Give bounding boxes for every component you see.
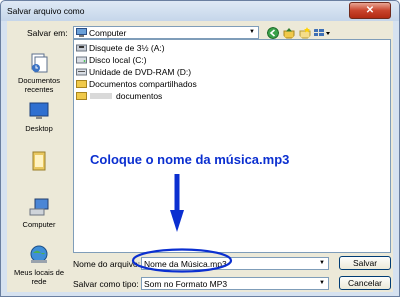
file-list[interactable]: Disquete de 3½ (A:) Disco local (C:) Uni… [73, 39, 391, 253]
back-icon[interactable] [267, 27, 279, 39]
list-item[interactable]: Documentos compartilhados [76, 78, 197, 89]
close-button[interactable]: ✕ [349, 2, 391, 19]
annotation-ellipse [131, 248, 233, 273]
floppy-drive-icon [76, 44, 87, 52]
place-label: Meus locais de rede [13, 268, 65, 286]
place-label: Desktop [25, 124, 53, 133]
place-documents[interactable] [9, 150, 69, 174]
window-title: Salvar arquivo como [7, 6, 85, 16]
list-item[interactable]: Unidade de DVD-RAM (D:) [76, 66, 191, 77]
local-disk-icon [76, 56, 87, 64]
chevron-down-icon: ▼ [319, 280, 325, 286]
view-menu-icon[interactable] [313, 27, 331, 39]
file-name: Documentos compartilhados [89, 78, 197, 89]
file-name: Unidade de DVD-RAM (D:) [89, 66, 192, 77]
up-folder-icon[interactable] [283, 27, 295, 39]
dialog-body: Salvar em: Computer ▼ Documentos recente… [7, 21, 393, 292]
annotation-arrow [170, 174, 184, 232]
blurred-username [90, 92, 112, 99]
annotation-text: Coloque o nome da música.mp3 [90, 152, 290, 167]
save-in-dropdown[interactable]: Computer ▼ [73, 26, 259, 39]
list-item[interactable]: Disco local (C:) [76, 54, 147, 65]
save-as-dialog: Salvar arquivo como ✕ Salvar em: Compute… [0, 0, 400, 297]
save-in-value: Computer [89, 28, 127, 38]
network-places-icon [30, 245, 48, 263]
cancel-button[interactable]: Cancelar [339, 276, 391, 290]
place-network[interactable]: Meus locais de rede [9, 244, 69, 286]
place-desktop[interactable]: Desktop [9, 100, 69, 133]
chevron-down-icon: ▼ [249, 29, 255, 35]
title-bar[interactable]: Salvar arquivo como ✕ [1, 1, 399, 21]
save-button[interactable]: Salvar [339, 256, 391, 270]
chevron-down-icon: ▼ [319, 260, 325, 266]
file-name: Disco local (C:) [89, 54, 147, 65]
dvd-drive-icon [76, 68, 87, 76]
desktop-icon [29, 102, 49, 119]
recent-documents-icon [31, 53, 48, 73]
user-folder-icon [76, 92, 87, 101]
place-label: Computer [22, 220, 56, 229]
place-recent-documents[interactable]: Documentos recentes [9, 52, 69, 94]
filetype-value: Som no Formato MP3 [144, 279, 228, 289]
file-name: documentos [116, 90, 163, 101]
place-computer[interactable]: Computer [9, 196, 69, 229]
shared-folder-icon [76, 80, 87, 89]
places-bar: Documentos recentes Desktop Computer Meu… [9, 48, 69, 290]
file-name: Disquete de 3½ (A:) [89, 42, 165, 53]
computer-small-icon [76, 28, 87, 37]
save-in-label: Salvar em: [27, 28, 68, 38]
filetype-dropdown[interactable]: Som no Formato MP3 ▼ [141, 277, 329, 290]
filetype-label: Salvar como tipo: [73, 279, 139, 289]
list-item[interactable]: documentos [76, 90, 162, 101]
list-item[interactable]: Disquete de 3½ (A:) [76, 42, 165, 53]
place-label: Documentos recentes [17, 76, 61, 94]
new-folder-icon[interactable] [299, 27, 311, 39]
documents-folder-icon [32, 151, 46, 171]
computer-icon [29, 198, 49, 216]
